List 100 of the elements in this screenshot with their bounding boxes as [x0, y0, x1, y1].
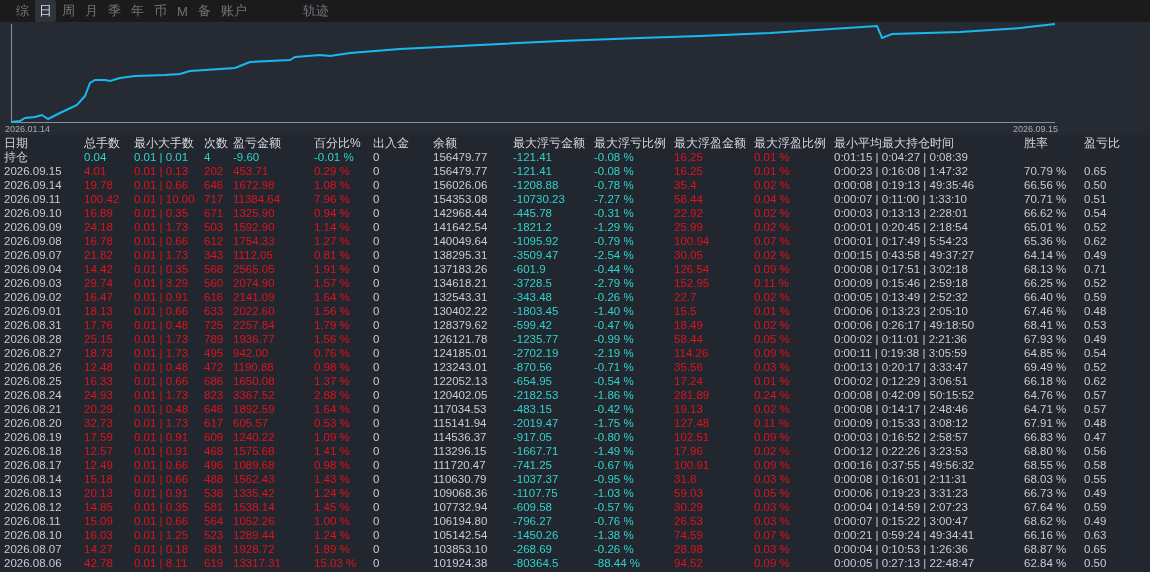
tab[interactable]: 币: [150, 0, 171, 22]
table-cell-text: 0:00:03 | 0:16:52 | 2:58:57: [834, 430, 969, 444]
table-cell-text: 0.50: [1084, 178, 1108, 192]
table-cell-text: -599.42: [513, 318, 553, 332]
tab[interactable]: 账户: [216, 0, 251, 22]
table-cell-text: 0.01 | 0.91: [134, 290, 190, 304]
table-cell-text: 0: [373, 430, 381, 444]
table-cell-text: -741.25: [513, 458, 553, 472]
table-cell-text: 68.55 %: [1024, 458, 1068, 472]
table-cell-text: 4: [204, 150, 212, 164]
table-cell-text: -1.38 %: [594, 528, 635, 542]
tab[interactable]: 季: [104, 0, 125, 22]
tab[interactable]: 备: [193, 0, 215, 22]
table-cell-text: 0.02 %: [754, 206, 791, 220]
table-cell-text: 0.01 | 0.66: [134, 514, 190, 528]
table-cell-text: 16.89: [84, 206, 114, 220]
column-header: 日期: [4, 136, 29, 150]
table-cell-text: 686: [204, 374, 225, 388]
table-cell-text: 130402.22: [433, 304, 489, 318]
table-cell-text: 0.49: [1084, 486, 1108, 500]
table-cell-text: -1095.92: [513, 234, 560, 248]
table-cell-text: 20.29: [84, 402, 114, 416]
table-cell-text: -1803.45: [513, 304, 560, 318]
table-cell-text: -0.08 %: [594, 150, 635, 164]
table-cell-text: -9.60: [233, 150, 261, 164]
table-cell-text: 1562.43: [233, 472, 276, 486]
table-cell-text: 14.27: [84, 542, 114, 556]
table-cell-text: 0.01 | 3.29: [134, 276, 190, 290]
table-cell-text: 1.64 %: [314, 290, 351, 304]
table-cell-text: 2026.08.18: [4, 444, 63, 458]
tab[interactable]: 年: [127, 0, 148, 22]
table-cell-text: -601.9: [513, 262, 547, 276]
table-cell-text: -0.76 %: [594, 514, 635, 528]
table-cell-text: 0:00:16 | 0:37:55 | 49:56:32: [834, 458, 976, 472]
table-cell-text: 126121.78: [433, 332, 489, 346]
table-cell-text: 19.13: [674, 402, 704, 416]
table-cell-text: 107732.94: [433, 500, 489, 514]
table-cell-text: 2565.05: [233, 262, 276, 276]
tab[interactable]: 轨迹: [298, 0, 333, 22]
table-cell-text: 1.00 %: [314, 514, 351, 528]
table-cell-text: 671: [204, 206, 225, 220]
table-cell-text: 0.01 | 0.35: [134, 500, 190, 514]
table-cell-text: 18.49: [674, 318, 704, 332]
table-cell-text: 1.27 %: [314, 234, 351, 248]
table-cell-text: 0: [373, 290, 381, 304]
tab[interactable]: 日: [35, 0, 56, 22]
table-cell-text: 0.02 %: [754, 402, 791, 416]
table-cell-text: 0: [373, 206, 381, 220]
column-header: 百分比%: [314, 136, 362, 150]
table-cell-text: 0:00:07 | 0:15:22 | 3:00:47: [834, 514, 969, 528]
tab[interactable]: 综: [12, 0, 33, 22]
table-cell-text: 0.65: [1084, 164, 1108, 178]
table-cell-text: 0:00:01 | 0:20:45 | 2:18:54: [834, 220, 969, 234]
table-cell-text: 26.53: [674, 514, 704, 528]
table-cell-text: 0:00:08 | 0:42:09 | 50:15:52: [834, 388, 976, 402]
table-cell-text: 0.02 %: [754, 290, 791, 304]
table-cell-text: -0.08 %: [594, 164, 635, 178]
table-cell-text: 0:00:04 | 0:14:59 | 2:07:23: [834, 500, 969, 514]
table-cell-text: 19.78: [84, 178, 114, 192]
table-cell-text: 100.42: [84, 192, 121, 206]
table-cell-text: -917.05: [513, 430, 553, 444]
table-cell-text: 15.5: [674, 304, 698, 318]
table-cell-text: 1936.77: [233, 332, 276, 346]
column-header: 最大浮亏金额: [513, 136, 586, 150]
table-cell-text: 24.93: [84, 388, 114, 402]
table-cell-text: 823: [204, 388, 225, 402]
table-cell-text: 0.01 %: [754, 164, 791, 178]
column-header: 最大浮盈金额: [674, 136, 747, 150]
table-cell-text: 0.03 %: [754, 542, 791, 556]
table-cell-text: -343.48: [513, 290, 553, 304]
table-cell-text: 0.01 | 1.73: [134, 346, 190, 360]
table-cell-text: 115141.94: [433, 416, 488, 430]
table-cell-text: 1.41 %: [314, 444, 351, 458]
table-cell-text: 0: [373, 262, 381, 276]
table-cell-text: 0:00:05 | 0:13:49 | 2:52:32: [834, 290, 969, 304]
table-cell-text: 20.13: [84, 486, 114, 500]
table-cell-text: 0.59: [1084, 500, 1108, 514]
table-cell-text: 0.55: [1084, 472, 1108, 486]
table-cell-text: -1107.75: [513, 486, 559, 500]
table-cell-text: 22.7: [674, 290, 698, 304]
table-cell-text: 0.02 %: [754, 444, 791, 458]
table-cell-text: 0.59: [1084, 290, 1108, 304]
table-cell-text: 0:00:06 | 0:26:17 | 49:18:50: [834, 318, 976, 332]
table-cell-text: 2026.08.10: [4, 528, 63, 542]
table-cell-text: 69.49 %: [1024, 360, 1068, 374]
table-cell-text: 66.83 %: [1024, 430, 1068, 444]
table-cell-text: 0.29 %: [314, 164, 351, 178]
table-cell-text: 25.15: [84, 332, 114, 346]
table-cell-text: 1335.42: [233, 486, 276, 500]
table-cell-text: 0.62: [1084, 374, 1108, 388]
table-cell-text: 2026.09.14: [4, 178, 63, 192]
tab[interactable]: M: [173, 1, 192, 21]
table-cell-text: 0.03 %: [754, 360, 791, 374]
table-cell-text: 67.46 %: [1024, 304, 1068, 318]
table-cell-text: 581: [204, 500, 225, 514]
tab[interactable]: 周: [58, 0, 79, 22]
table-cell-text: 0: [373, 388, 381, 402]
table-cell-text: 0.01 | 0.66: [134, 178, 190, 192]
table-cell-text: 68.13 %: [1024, 262, 1068, 276]
tab[interactable]: 月: [81, 0, 102, 22]
